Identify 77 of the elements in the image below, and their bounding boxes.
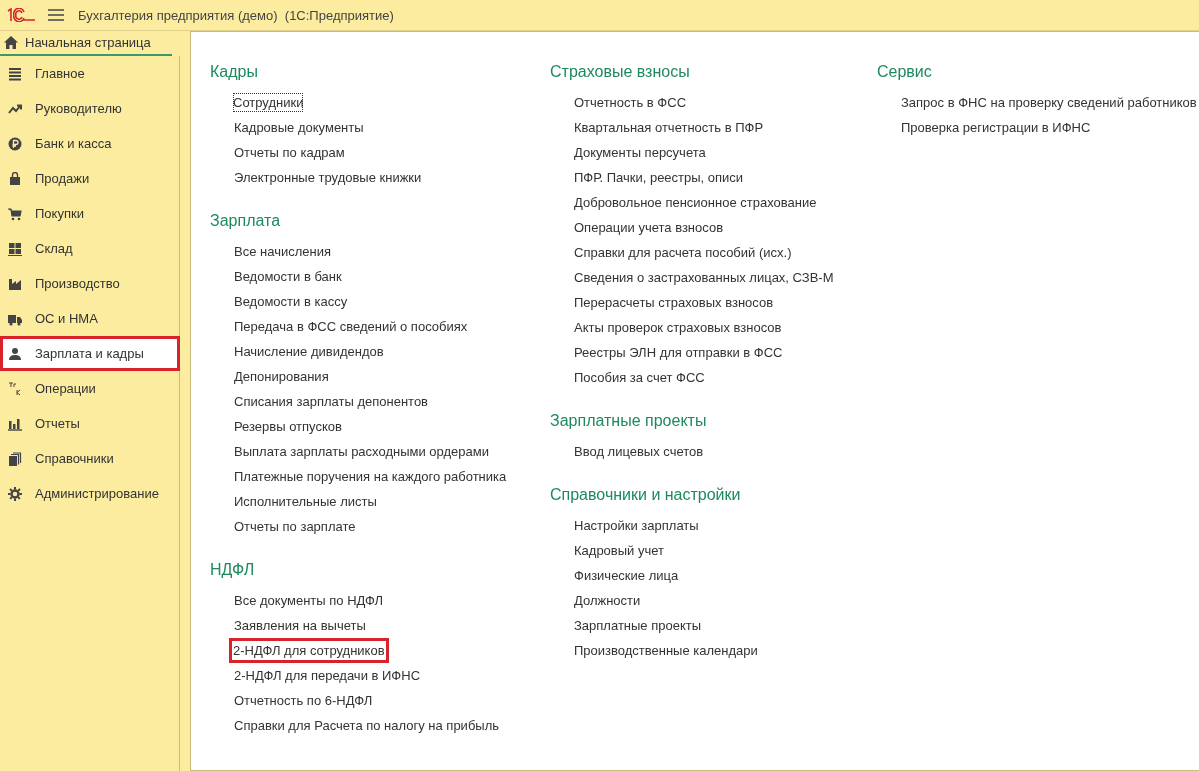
- link[interactable]: Выплата зарплаты расходными ордерами: [233, 439, 490, 464]
- home-icon: [4, 36, 18, 49]
- link[interactable]: Отчеты по кадрам: [233, 140, 346, 165]
- sidebar-item[interactable]: Продажи: [0, 161, 180, 196]
- section-title: Страховые взносы: [550, 62, 691, 82]
- factory-icon: [8, 276, 22, 291]
- sidebar-item[interactable]: Операции: [0, 371, 180, 406]
- section-title: Справочники и настройки: [550, 485, 742, 505]
- sidebar-item[interactable]: Главное: [0, 56, 180, 91]
- sidebar-item[interactable]: Производство: [0, 266, 180, 301]
- link[interactable]: 2-НДФЛ для сотрудников: [229, 638, 389, 663]
- link[interactable]: Должности: [573, 588, 642, 613]
- link[interactable]: Пособия за счет ФСС: [573, 365, 706, 390]
- sidebar-item[interactable]: Банк и касса: [0, 126, 180, 161]
- lines-icon: [8, 66, 22, 81]
- section-title: Кадры: [210, 62, 259, 82]
- link[interactable]: Проверка регистрации в ИФНС: [900, 115, 1092, 140]
- person-icon: [8, 346, 22, 361]
- cart-icon: [8, 206, 22, 221]
- link[interactable]: Документы персучета: [573, 140, 707, 165]
- link[interactable]: Отчетность по 6-НДФЛ: [233, 688, 374, 713]
- link[interactable]: Запрос в ФНС на проверку сведений работников: [900, 90, 1198, 115]
- link[interactable]: Настройки зарплаты: [573, 513, 700, 538]
- link[interactable]: Резервы отпусков: [233, 414, 343, 439]
- section-title: Сервис: [877, 62, 933, 82]
- ruble-coin-icon: [8, 136, 22, 151]
- link[interactable]: Операции учета взносов: [573, 215, 725, 240]
- link[interactable]: Списания зарплаты депонентов: [233, 389, 430, 414]
- link[interactable]: Все начисления: [233, 239, 332, 264]
- link[interactable]: Заявления на вычеты: [233, 613, 367, 638]
- link[interactable]: Исполнительные листы: [233, 489, 378, 514]
- link[interactable]: Сотрудники: [230, 90, 307, 115]
- books-icon: [8, 451, 22, 466]
- sidebar-item[interactable]: Зарплата и кадры: [0, 336, 180, 371]
- link[interactable]: Перерасчеты страховых взносов: [573, 290, 775, 315]
- link[interactable]: Все документы по НДФЛ: [233, 588, 385, 613]
- link[interactable]: Производственные календари: [573, 638, 759, 663]
- link[interactable]: Депонирования: [233, 364, 330, 389]
- link[interactable]: Ведомости в кассу: [233, 289, 349, 314]
- link[interactable]: ПФР. Пачки, реестры, описи: [573, 165, 745, 190]
- link[interactable]: Справки для Расчета по налогу на прибыль: [233, 713, 501, 738]
- section-title: Зарплата: [210, 211, 282, 231]
- sidebar-item[interactable]: Покупки: [0, 196, 180, 231]
- bar-chart-icon: [8, 416, 22, 431]
- sidebar-item[interactable]: Руководителю: [0, 91, 180, 126]
- link[interactable]: Ведомости в банк: [233, 264, 343, 289]
- link[interactable]: Отчеты по зарплате: [233, 514, 357, 539]
- link[interactable]: Зарплатные проекты: [573, 613, 703, 638]
- sidebar-item[interactable]: Отчеты: [0, 406, 180, 441]
- link[interactable]: Физические лица: [573, 563, 680, 588]
- menu-icon[interactable]: [48, 9, 64, 21]
- gear-icon: [8, 486, 22, 501]
- link[interactable]: Кадровый учет: [573, 538, 665, 563]
- link[interactable]: Сведения о застрахованных лицах, СЗВ-М: [573, 265, 835, 290]
- link[interactable]: Акты проверок страховых взносов: [573, 315, 783, 340]
- link[interactable]: Справки для расчета пособий (исх.): [573, 240, 793, 265]
- link[interactable]: Квартальная отчетность в ПФР: [573, 115, 765, 140]
- sidebar-item[interactable]: Справочники: [0, 441, 180, 476]
- tab[interactable]: Начальная страница: [0, 31, 172, 56]
- sidebar-item[interactable]: ОС и НМА: [0, 301, 180, 336]
- link[interactable]: Кадровые документы: [233, 115, 365, 140]
- link[interactable]: Платежные поручения на каждого работника: [233, 464, 508, 489]
- link[interactable]: Начисление дивидендов: [233, 339, 385, 364]
- link[interactable]: Передача в ФСС сведений о пособиях: [233, 314, 469, 339]
- window-title: Бухгалтерия предприятия (демо) (1С:Предприятие): [78, 7, 394, 23]
- grid-icon: [8, 241, 22, 256]
- logo-icon: [6, 8, 36, 22]
- link[interactable]: Отчетность в ФСС: [573, 90, 688, 115]
- section-title: НДФЛ: [210, 560, 256, 580]
- link[interactable]: Реестры ЭЛН для отправки в ФСС: [573, 340, 784, 365]
- sidebar-item[interactable]: Склад: [0, 231, 180, 266]
- link[interactable]: Электронные трудовые книжки: [233, 165, 423, 190]
- link[interactable]: 2-НДФЛ для передачи в ИФНС: [233, 663, 422, 688]
- section-title: Зарплатные проекты: [550, 411, 708, 431]
- link[interactable]: Ввод лицевых счетов: [573, 439, 705, 464]
- link[interactable]: Добровольное пенсионное страхование: [573, 190, 818, 215]
- sidebar-item[interactable]: Администрирование: [0, 476, 180, 511]
